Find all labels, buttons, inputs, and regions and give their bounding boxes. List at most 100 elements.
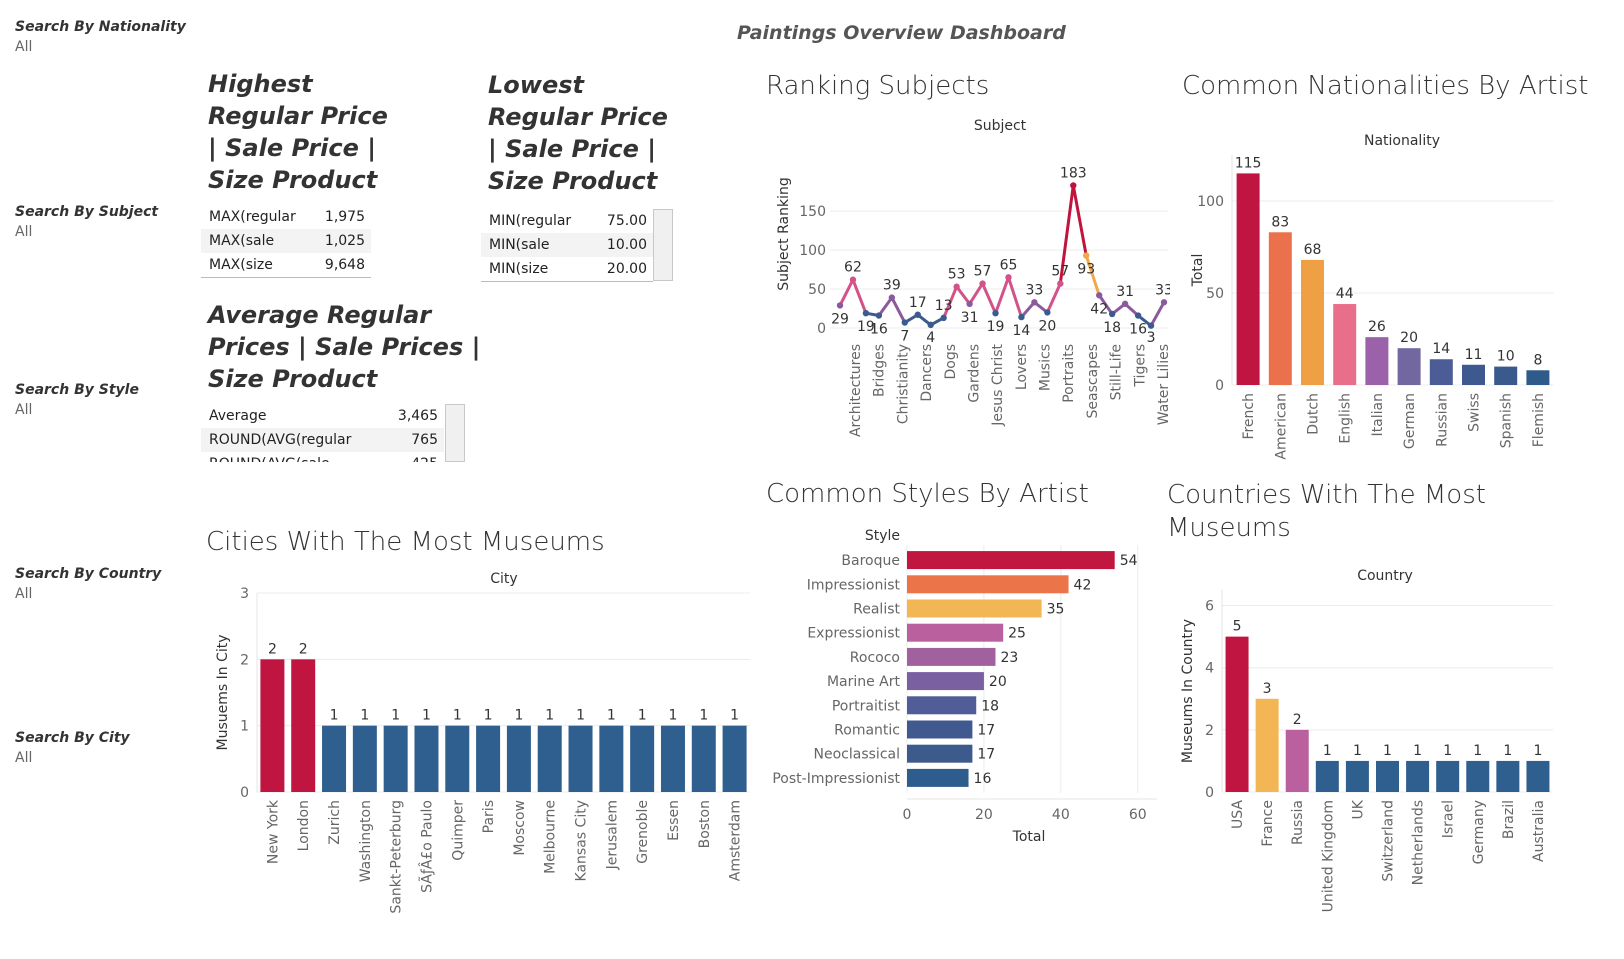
filter-city[interactable]: Search By City All bbox=[15, 730, 130, 766]
y-tick-label: 150 bbox=[799, 204, 826, 220]
data-label: 1 bbox=[1533, 743, 1542, 759]
x-tick-label: Jesus Christ bbox=[990, 343, 1006, 426]
kpi-label: MAX(regular bbox=[209, 209, 296, 225]
kpi-row: MAX(regular 1,975 bbox=[201, 205, 371, 229]
x-tick-label: Brazil bbox=[1501, 800, 1517, 839]
bar bbox=[414, 725, 439, 792]
x-tick-label: Christianity bbox=[895, 344, 911, 424]
x-tick-label: Melbourne bbox=[543, 800, 559, 874]
countries-chart-title: Countries With The Most Museums bbox=[1167, 479, 1486, 545]
x-tick-label: 60 bbox=[1129, 807, 1147, 823]
data-label: 62 bbox=[844, 260, 862, 276]
y-tick-label: Romantic bbox=[834, 723, 900, 739]
data-label: 1 bbox=[422, 708, 431, 724]
data-label: 5 bbox=[1233, 619, 1242, 635]
line-segment bbox=[1149, 300, 1166, 328]
kpi-title-line: | Sale Price | bbox=[488, 135, 656, 163]
data-point bbox=[1044, 309, 1051, 316]
line-segment bbox=[981, 282, 998, 315]
bar bbox=[1285, 729, 1309, 792]
kpi-row: ROUND(AVG(sale 425 bbox=[201, 452, 444, 462]
chart-header: Subject bbox=[974, 118, 1027, 134]
filter-label: Search By Subject bbox=[15, 204, 159, 220]
filter-value[interactable]: All bbox=[15, 402, 139, 418]
filter-subject[interactable]: Search By Subject All bbox=[15, 204, 158, 240]
x-tick-label: Quimper bbox=[450, 800, 466, 861]
bar bbox=[1301, 259, 1324, 385]
data-point bbox=[1134, 312, 1142, 319]
x-tick-label: Amsterdam bbox=[728, 800, 744, 881]
x-tick-label: Jerusalem bbox=[604, 800, 620, 870]
data-label: 2 bbox=[299, 641, 308, 657]
filter-country[interactable]: Search By Country All bbox=[15, 566, 161, 602]
x-axis-label: Total bbox=[1012, 829, 1046, 845]
data-point bbox=[1160, 299, 1168, 306]
kpi-average-scrollbar[interactable] bbox=[445, 404, 465, 462]
y-tick-label: Marine Art bbox=[827, 674, 901, 690]
y-tick-label: Rococo bbox=[850, 650, 900, 666]
bar bbox=[660, 725, 685, 792]
data-point bbox=[979, 280, 986, 287]
data-label: 11 bbox=[1465, 347, 1483, 363]
kpi-average-table: Average 3,465 ROUND(AVG(regular 765 ROUND(… bbox=[201, 404, 444, 462]
data-label: 1 bbox=[484, 708, 493, 724]
nationalities-chart-title: Common Nationalities By Artist bbox=[1182, 71, 1589, 101]
kpi-label: MAX(size bbox=[209, 257, 273, 273]
data-label: 16 bbox=[1129, 322, 1147, 338]
data-label: 183 bbox=[1060, 165, 1087, 181]
data-label: 1 bbox=[1323, 743, 1332, 759]
bar bbox=[445, 725, 470, 792]
kpi-label: ROUND(AVG(sale bbox=[209, 452, 330, 462]
data-label: 1 bbox=[1503, 743, 1512, 759]
bar bbox=[1315, 760, 1339, 792]
x-tick-label: Water Lilies bbox=[1156, 344, 1170, 425]
line-segment bbox=[994, 275, 1010, 315]
y-axis-label: Museums In Country bbox=[1180, 619, 1196, 763]
bar bbox=[322, 725, 347, 792]
kpi-title-line: Size Product bbox=[208, 166, 378, 194]
data-label: 4 bbox=[926, 330, 935, 346]
data-label: 31 bbox=[1116, 284, 1134, 300]
data-label: 17 bbox=[977, 723, 995, 739]
filter-value[interactable]: All bbox=[15, 224, 158, 240]
y-tick-label: 0 bbox=[1215, 378, 1224, 394]
kpi-value: 425 bbox=[411, 452, 438, 462]
kpi-label: ROUND(AVG(regular bbox=[209, 432, 352, 448]
y-tick-label: 100 bbox=[799, 243, 826, 259]
styles-bar-chart: Style 0 20 40 60 Total 54 Baroque 42 Impressionis… bbox=[772, 528, 1157, 845]
data-label: 1 bbox=[1383, 743, 1392, 759]
data-point bbox=[1005, 274, 1012, 281]
y-tick-label: Impressionist bbox=[807, 577, 901, 593]
bar bbox=[907, 696, 977, 715]
bar bbox=[907, 647, 996, 666]
data-label: 57 bbox=[1051, 264, 1069, 280]
data-point bbox=[1018, 313, 1025, 321]
bar bbox=[1345, 760, 1369, 792]
filter-value[interactable]: All bbox=[15, 750, 130, 766]
countries-bar-chart: Country 0 2 4 6 Museums In Country 5 USA 3 France… bbox=[1180, 568, 1553, 912]
bar bbox=[1494, 366, 1518, 385]
data-point bbox=[927, 321, 934, 329]
line-segment bbox=[1045, 282, 1062, 314]
filter-nationality[interactable]: Search By Nationality All bbox=[15, 19, 186, 55]
kpi-title-line: Size Product bbox=[488, 167, 658, 195]
filter-value[interactable]: All bbox=[15, 586, 161, 602]
data-point bbox=[1031, 299, 1038, 306]
filter-value[interactable]: All bbox=[15, 39, 186, 55]
bar bbox=[907, 720, 973, 739]
y-tick-label: 1 bbox=[240, 719, 249, 735]
y-tick-label: 100 bbox=[1197, 194, 1224, 210]
data-point bbox=[836, 302, 844, 309]
data-label: 1 bbox=[514, 708, 523, 724]
data-label: 35 bbox=[1047, 602, 1065, 618]
x-tick-label: Russia bbox=[1290, 800, 1306, 845]
kpi-lowest-scrollbar[interactable] bbox=[653, 209, 673, 281]
filter-style[interactable]: Search By Style All bbox=[15, 382, 139, 418]
data-label: 20 bbox=[989, 674, 1007, 690]
data-label: 20 bbox=[1038, 318, 1056, 334]
data-label: 23 bbox=[1000, 650, 1018, 666]
data-point bbox=[901, 319, 908, 326]
x-tick-label: France bbox=[1260, 800, 1276, 847]
x-tick-label: UK bbox=[1350, 799, 1366, 819]
data-point bbox=[953, 283, 960, 290]
